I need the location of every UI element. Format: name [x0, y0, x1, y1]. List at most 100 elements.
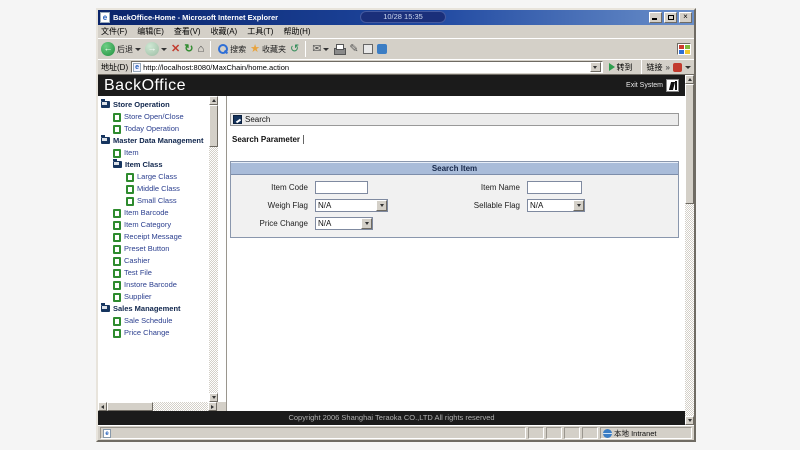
scrollbar-thumb[interactable] — [107, 402, 153, 411]
price-change-value: N/A — [316, 219, 361, 228]
scroll-down-button[interactable] — [685, 416, 694, 425]
folder-icon — [101, 305, 110, 312]
scroll-left-button[interactable] — [98, 402, 107, 411]
sidebar-item[interactable]: Sales Management — [98, 303, 209, 315]
close-button[interactable]: × — [679, 12, 692, 23]
address-input[interactable]: e http://localhost:8080/MaxChain/home.ac… — [131, 61, 602, 73]
doc-icon — [113, 329, 121, 338]
search-tab-icon — [233, 115, 242, 124]
restore-button[interactable] — [664, 12, 677, 23]
links-label[interactable]: 链接 — [647, 62, 663, 73]
addon-icon[interactable] — [673, 63, 682, 72]
sidebar-item[interactable]: Item Barcode — [98, 207, 209, 219]
forward-button[interactable]: → — [145, 42, 167, 56]
item-code-field[interactable] — [315, 181, 368, 194]
sidebar-item[interactable]: Today Operation — [98, 123, 209, 135]
sellable-flag-label: Sellable Flag — [463, 201, 527, 210]
chevron-down-icon[interactable] — [376, 200, 387, 211]
search-tabbar: Search — [230, 113, 679, 126]
doc-icon — [126, 197, 134, 206]
sellable-flag-value: N/A — [528, 201, 573, 210]
sidebar-item[interactable]: Instore Barcode — [98, 279, 209, 291]
sidebar-item[interactable]: Preset Button — [98, 243, 209, 255]
scrollbar-corner — [217, 402, 226, 411]
refresh-button[interactable]: ↻ — [184, 42, 193, 56]
sidebar-item[interactable]: Sale Schedule — [98, 315, 209, 327]
chevron-down-icon[interactable] — [361, 218, 372, 229]
forward-dropdown-icon[interactable] — [161, 48, 167, 51]
sidebar-item-label: Supplier — [124, 292, 207, 302]
ie-window: e BackOffice-Home - Microsoft Internet E… — [96, 8, 696, 442]
sidebar-vertical-scrollbar[interactable] — [209, 96, 218, 402]
messenger-button[interactable] — [377, 44, 387, 54]
sidebar-item[interactable]: Store Open/Close — [98, 111, 209, 123]
statusbar: e 本地 Intranet — [98, 425, 694, 440]
scrollbar-thumb[interactable] — [209, 105, 218, 147]
address-dropdown-button[interactable] — [590, 62, 601, 72]
price-change-select[interactable]: N/A — [315, 217, 373, 230]
sidebar-frame: Store Operation Store Open/Close Today O… — [98, 96, 227, 411]
back-button[interactable]: ← 后退 — [101, 42, 141, 56]
sidebar-item[interactable]: Store Operation — [98, 99, 209, 111]
scrollbar-thumb[interactable] — [685, 84, 694, 204]
sidebar-item[interactable]: Middle Class — [98, 183, 209, 195]
scroll-up-button[interactable] — [209, 96, 218, 105]
mail-dropdown-icon[interactable] — [323, 48, 329, 51]
chevron-down-icon[interactable] — [573, 200, 584, 211]
tab-search-parameter[interactable]: Search Parameter — [232, 135, 304, 144]
sidebar-item[interactable]: Item Category — [98, 219, 209, 231]
home-button[interactable]: ⌂ — [197, 42, 204, 56]
scroll-down-button[interactable] — [209, 393, 218, 402]
browser-vertical-scrollbar[interactable] — [685, 75, 694, 425]
toolbar-separator — [210, 41, 211, 57]
mail-button[interactable]: ✉ — [312, 42, 329, 56]
addon-dropdown-icon[interactable] — [685, 66, 691, 69]
sidebar-item[interactable]: Test File — [98, 267, 209, 279]
ie-page-icon: e — [133, 63, 141, 72]
weigh-flag-select[interactable]: N/A — [315, 199, 388, 212]
menu-item[interactable]: 编辑(E) — [137, 26, 164, 37]
discuss-button[interactable] — [363, 44, 373, 54]
sidebar-item-label: Today Operation — [124, 124, 207, 134]
item-name-field[interactable] — [527, 181, 582, 194]
menu-item[interactable]: 文件(F) — [101, 26, 127, 37]
go-button[interactable]: 转到 — [606, 61, 636, 74]
back-dropdown-icon[interactable] — [135, 48, 141, 51]
exit-system-link[interactable]: Exit System — [626, 79, 679, 92]
stop-button[interactable]: ✕ — [171, 42, 180, 56]
minimize-button[interactable] — [649, 12, 662, 23]
app-banner: BackOffice Exit System — [98, 75, 685, 96]
sellable-flag-select[interactable]: N/A — [527, 199, 585, 212]
document-icon: e — [103, 429, 111, 438]
links-chevron[interactable]: » — [666, 63, 670, 72]
sidebar-item[interactable]: Small Class — [98, 195, 209, 207]
sidebar-item[interactable]: Large Class — [98, 171, 209, 183]
favorites-button[interactable]: ★ 收藏夹 — [250, 42, 286, 56]
favorites-label: 收藏夹 — [262, 44, 286, 55]
sidebar-horizontal-scrollbar[interactable] — [98, 402, 217, 411]
sidebar-item[interactable]: Receipt Message — [98, 231, 209, 243]
menu-item[interactable]: 工具(T) — [247, 26, 273, 37]
address-label: 地址(D) — [101, 62, 128, 73]
search-button[interactable]: 搜索 — [217, 43, 246, 55]
sidebar-item[interactable]: Supplier — [98, 291, 209, 303]
menu-item[interactable]: 帮助(H) — [283, 26, 310, 37]
print-button[interactable] — [333, 44, 345, 55]
history-button[interactable]: ↺ — [290, 42, 299, 56]
clock-overlay: 10/28 15:35 — [360, 11, 446, 23]
menu-item[interactable]: 查看(V) — [174, 26, 201, 37]
menu-item[interactable]: 收藏(A) — [211, 26, 238, 37]
sidebar-item[interactable]: Item — [98, 147, 209, 159]
browser-content: BackOffice Exit System Store Operation — [98, 74, 694, 425]
doc-icon — [113, 113, 121, 122]
scroll-up-button[interactable] — [685, 75, 694, 84]
titlebar: e BackOffice-Home - Microsoft Internet E… — [98, 10, 694, 25]
address-url: http://localhost:8080/MaxChain/home.acti… — [143, 63, 587, 72]
sidebar-item[interactable]: Price Change — [98, 327, 209, 339]
edit-button[interactable]: ✎ — [349, 42, 358, 56]
sidebar-item[interactable]: Item Class — [98, 159, 209, 171]
scroll-right-button[interactable] — [208, 402, 217, 411]
sidebar-item[interactable]: Cashier — [98, 255, 209, 267]
doc-icon — [113, 269, 121, 278]
sidebar-item[interactable]: Master Data Management — [98, 135, 209, 147]
